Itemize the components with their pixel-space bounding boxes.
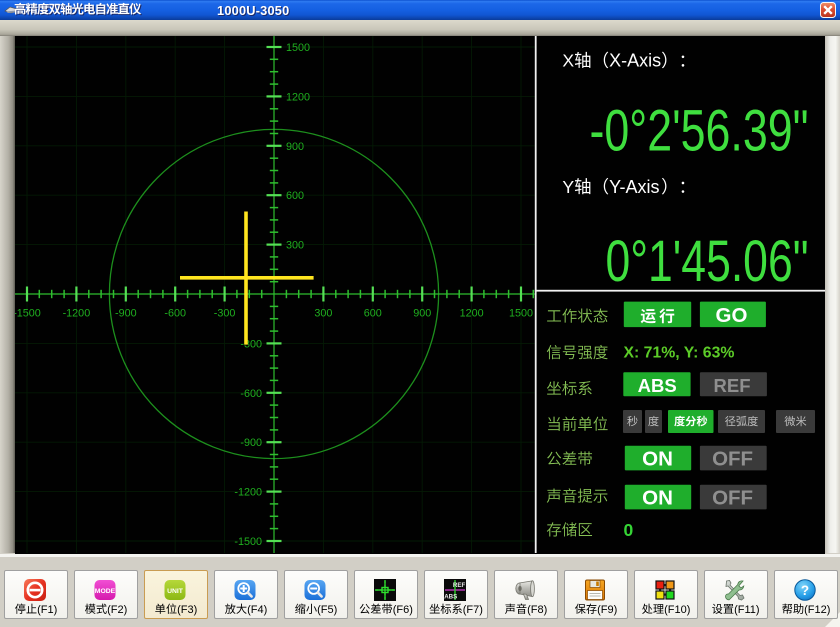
svg-text:?: ? <box>800 583 808 598</box>
svg-text:ABS: ABS <box>638 375 677 396</box>
svg-text:X-Axis: X-Axis <box>609 51 661 71</box>
svg-text:600: 600 <box>286 190 304 202</box>
svg-text:X: 71%, Y: 63%: X: 71%, Y: 63% <box>624 345 735 362</box>
svg-text:-900: -900 <box>115 308 137 320</box>
svg-text:900: 900 <box>413 308 431 320</box>
svg-text:300: 300 <box>314 308 332 320</box>
svg-text:(F7): (F7) <box>463 604 483 616</box>
svg-text:1500: 1500 <box>509 308 533 320</box>
svg-text:-0°2'56.39": -0°2'56.39" <box>590 99 809 164</box>
svg-text:REF: REF <box>452 582 465 589</box>
svg-text:1200: 1200 <box>460 308 484 320</box>
svg-text:-300: -300 <box>240 338 262 350</box>
svg-text:600: 600 <box>364 308 382 320</box>
svg-text:-1500: -1500 <box>234 536 262 548</box>
svg-text:REF: REF <box>714 375 751 396</box>
svg-text:ON: ON <box>642 486 673 509</box>
svg-text:0°1'45.06": 0°1'45.06" <box>606 229 809 294</box>
svg-text:(F5): (F5) <box>317 604 337 616</box>
svg-text:ABS: ABS <box>444 594 457 601</box>
svg-text:-600: -600 <box>164 308 186 320</box>
svg-text:(F12): (F12) <box>804 604 830 616</box>
svg-text:(F4): (F4) <box>247 604 267 616</box>
svg-text:GO: GO <box>716 304 748 327</box>
svg-text:MODE: MODE <box>94 588 115 595</box>
svg-text:Y: Y <box>562 177 574 197</box>
svg-text:ON: ON <box>642 447 673 470</box>
svg-text:(F11): (F11) <box>734 604 759 616</box>
svg-text:UNIT: UNIT <box>167 588 184 595</box>
svg-text:(F3): (F3) <box>177 604 197 616</box>
svg-text:(F9): (F9) <box>597 604 617 616</box>
svg-text:0: 0 <box>624 520 634 540</box>
svg-text:OFF: OFF <box>712 486 753 509</box>
svg-text:(F1): (F1) <box>37 604 57 616</box>
svg-text:X: X <box>562 51 574 71</box>
svg-text:-600: -600 <box>240 388 262 400</box>
svg-text:OFF: OFF <box>712 447 753 470</box>
svg-text:(F8): (F8) <box>527 604 547 616</box>
svg-text:-300: -300 <box>214 308 236 320</box>
svg-text:1500: 1500 <box>286 42 310 54</box>
svg-text:-1500: -1500 <box>15 308 41 320</box>
svg-text:-900: -900 <box>240 437 262 449</box>
svg-text:(F2): (F2) <box>107 604 127 616</box>
svg-text:(F10): (F10) <box>664 604 690 616</box>
svg-text:Y-Axis: Y-Axis <box>609 177 659 197</box>
svg-text:-1200: -1200 <box>234 487 262 499</box>
svg-text:(F6): (F6) <box>393 604 413 616</box>
svg-text:900: 900 <box>286 141 304 153</box>
svg-text:-1200: -1200 <box>63 308 91 320</box>
svg-text:300: 300 <box>286 240 304 252</box>
svg-text:1200: 1200 <box>286 91 310 103</box>
